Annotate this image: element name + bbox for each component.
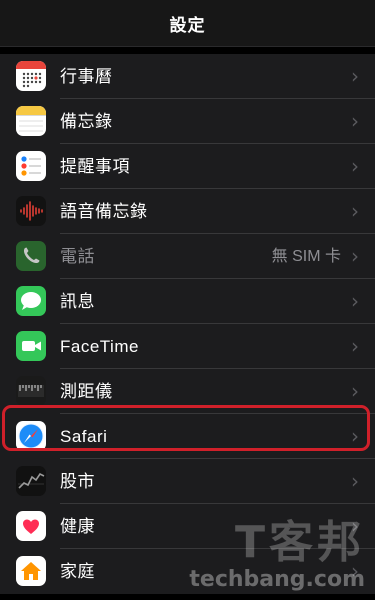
chevron-right-icon: › [351,514,359,538]
chevron-right-icon: › [351,559,359,583]
settings-row-voice-memos[interactable]: 語音備忘錄 › [0,189,375,234]
row-label: FaceTime [60,337,139,356]
chevron-right-icon: › [351,424,359,448]
voice-memos-icon [16,196,46,226]
row-label: 語音備忘錄 [60,202,148,221]
navigation-bar: 設定 [0,0,375,47]
notes-icon [16,106,46,136]
chevron-right-icon: › [351,109,359,133]
settings-row-messages[interactable]: 訊息 › [0,279,375,324]
measure-icon [16,376,46,406]
row-label: 訊息 [60,292,95,311]
row-label: 家庭 [60,562,95,581]
reminders-icon [16,151,46,181]
chevron-right-icon: › [351,289,359,313]
settings-row-safari[interactable]: Safari › [0,414,375,459]
chevron-right-icon: › [351,154,359,178]
settings-row-phone[interactable]: 電話 無 SIM 卡 › [0,234,375,279]
settings-row-stocks[interactable]: 股市 › [0,459,375,504]
calendar-icon [16,61,46,91]
messages-icon [16,286,46,316]
chevron-right-icon: › [351,469,359,493]
settings-row-health[interactable]: 健康 › [0,504,375,549]
settings-row-notes[interactable]: 備忘錄 › [0,99,375,144]
row-label: 備忘錄 [60,112,113,131]
row-label: 測距儀 [60,382,113,401]
settings-row-home[interactable]: 家庭 › [0,549,375,594]
chevron-right-icon: › [351,64,359,88]
settings-list: 行事曆 › 備忘錄 › 提醒事項 › 語音備忘錄 › 電話 無 SIM 卡 › … [0,54,375,594]
sim-status-value: 無 SIM 卡 [271,248,341,265]
row-label: 電話 [60,247,95,266]
chevron-right-icon: › [351,199,359,223]
health-icon [16,511,46,541]
settings-row-facetime[interactable]: FaceTime › [0,324,375,369]
row-label: Safari [60,427,108,446]
home-icon [16,556,46,586]
chevron-right-icon: › [351,379,359,403]
chevron-right-icon: › [351,244,359,268]
safari-icon [16,421,46,451]
row-label: 行事曆 [60,67,113,86]
phone-icon [16,241,46,271]
page-title: 設定 [169,15,206,35]
settings-row-calendar[interactable]: 行事曆 › [0,54,375,99]
stocks-icon [16,466,46,496]
chevron-right-icon: › [351,334,359,358]
row-label: 提醒事項 [60,157,130,176]
settings-row-reminders[interactable]: 提醒事項 › [0,144,375,189]
facetime-icon [16,331,46,361]
row-label: 股市 [60,472,95,491]
settings-row-measure[interactable]: 測距儀 › [0,369,375,414]
row-label: 健康 [60,517,95,536]
